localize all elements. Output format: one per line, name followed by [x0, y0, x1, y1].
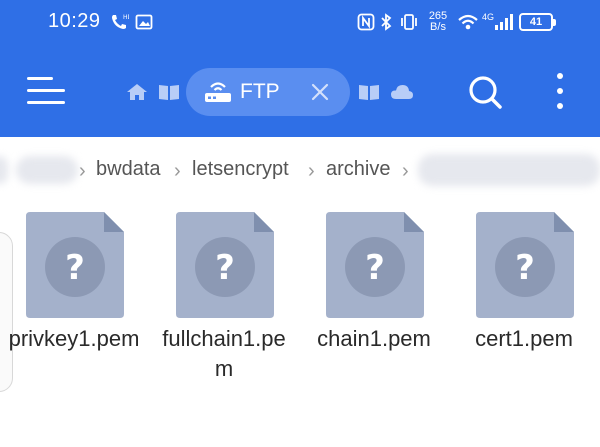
file-name: fullchain1.pem [162, 326, 286, 381]
file-item[interactable]: ? cert1.pem [464, 212, 584, 392]
unknown-file-icon: ? [176, 212, 274, 318]
status-time: 10:29 [48, 10, 101, 32]
toolbar: FTP [0, 47, 600, 137]
ftp-router-icon [204, 80, 232, 109]
book-icon[interactable] [158, 83, 180, 101]
side-panel-edge [0, 232, 13, 392]
search-icon[interactable] [467, 74, 503, 110]
unknown-file-icon: ? [326, 212, 424, 318]
file-name: privkey1.pem [8, 326, 140, 351]
svg-text:?: ? [365, 248, 385, 288]
signal-icon: 4G [482, 12, 514, 32]
unknown-file-icon: ? [26, 212, 124, 318]
bluetooth-icon [378, 12, 394, 32]
network-speed: 265 B/s [428, 10, 448, 33]
file-item[interactable]: ? chain1.pem [314, 212, 434, 392]
tab-ftp[interactable]: FTP [186, 68, 350, 116]
breadcrumb-item-letsencrypt[interactable]: letsencrypt [192, 158, 289, 181]
tab-label: FTP [240, 80, 280, 103]
hidden-crumb [0, 156, 8, 184]
battery-icon: 41 [519, 13, 556, 31]
file-item[interactable]: ? privkey1.pem [9, 212, 139, 392]
file-item[interactable]: ? fullchain1.pem [162, 212, 286, 392]
svg-text:HD: HD [123, 14, 129, 21]
chevron-right-icon: › [174, 160, 181, 182]
cloud-icon[interactable] [390, 83, 413, 101]
status-bar: 10:29 HD 265 B/s 4G 41 [0, 0, 600, 47]
breadcrumb-item-bwdata[interactable]: bwdata [96, 158, 161, 181]
file-name: chain1.pem [317, 326, 431, 351]
nfc-icon [356, 12, 376, 32]
book-icon[interactable] [358, 83, 380, 101]
file-name: cert1.pem [475, 326, 573, 351]
more-vertical-icon[interactable] [552, 71, 568, 111]
home-icon[interactable] [126, 83, 148, 101]
call-icon: HD [108, 12, 130, 32]
chevron-right-icon: › [402, 160, 409, 182]
svg-text:?: ? [515, 248, 535, 288]
chevron-right-icon: › [79, 160, 86, 182]
vibrate-icon [398, 12, 420, 32]
hidden-crumb [418, 154, 600, 186]
close-icon[interactable] [308, 80, 332, 104]
image-icon [134, 12, 154, 32]
svg-text:?: ? [215, 248, 235, 288]
chevron-right-icon: › [308, 160, 315, 182]
breadcrumb: › bwdata › letsencrypt › archive › [0, 148, 600, 194]
svg-text:?: ? [65, 248, 85, 288]
hidden-crumb [16, 156, 78, 184]
wifi-icon [456, 12, 480, 32]
unknown-file-icon: ? [476, 212, 574, 318]
menu-icon[interactable] [27, 73, 65, 107]
breadcrumb-item-archive[interactable]: archive [326, 158, 390, 181]
